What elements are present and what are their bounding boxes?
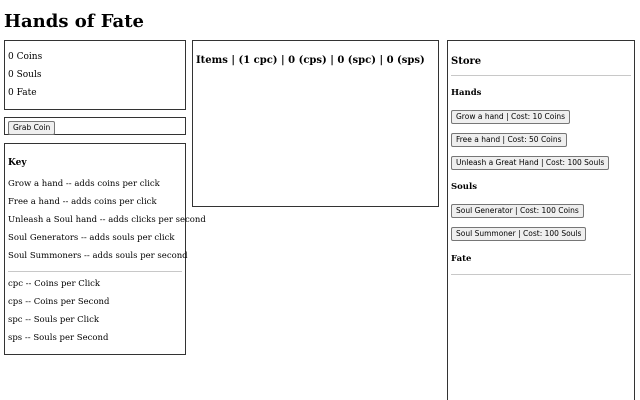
app-title: Hands of Fate (4, 11, 144, 32)
items-panel: Items | (1 cpc) | 0 (cps) | 0 (spc) | 0 … (192, 40, 439, 207)
store-title: Store (451, 56, 482, 67)
key-abbreviation: cps -- Coins per Second (8, 297, 110, 307)
stats-panel: 0 Coins 0 Souls 0 Fate (4, 40, 186, 110)
page: Hands of Fate 0 Coins 0 Souls 0 Fate Gra… (0, 0, 640, 400)
key-abbreviation: spc -- Souls per Click (8, 315, 99, 325)
souls-count: 0 Souls (8, 70, 42, 80)
soul-generator-button[interactable]: Soul Generator | Cost: 100 Coins (451, 204, 584, 218)
fate-count: 0 Fate (8, 88, 37, 98)
items-title: Items | (1 cpc) | 0 (cps) | 0 (spc) | 0 … (196, 55, 425, 66)
fate-divider (451, 274, 631, 275)
fate-section-title: Fate (451, 254, 472, 264)
store-divider (451, 75, 631, 76)
key-abbreviation: sps -- Souls per Second (8, 333, 109, 343)
key-item: Grow a hand -- adds coins per click (8, 179, 160, 189)
soul-summoner-button[interactable]: Soul Summoner | Cost: 100 Souls (451, 227, 587, 241)
hands-section-title: Hands (451, 88, 482, 98)
key-panel: Key Grow a hand -- adds coins per click … (4, 143, 206, 355)
coins-count: 0 Coins (8, 52, 43, 62)
grab-coin-panel: Grab Coin (4, 117, 186, 135)
key-item: Free a hand -- adds coins per click (8, 197, 157, 207)
key-item: Soul Generators -- adds souls per click (8, 233, 175, 243)
store-panel: Store Hands Grow a hand | Cost: 10 Coins… (447, 40, 635, 400)
grow-hand-button[interactable]: Grow a hand | Cost: 10 Coins (451, 110, 571, 124)
free-hand-button[interactable]: Free a hand | Cost: 50 Coins (451, 133, 567, 147)
key-abbreviation: cpc -- Coins per Click (8, 279, 101, 289)
unleash-great-hand-button[interactable]: Unleash a Great Hand | Cost: 100 Souls (451, 156, 610, 170)
key-item: Soul Summoners -- adds souls per second (8, 251, 188, 261)
grab-coin-button[interactable]: Grab Coin (8, 121, 56, 135)
key-divider (8, 271, 182, 272)
key-heading: Key (8, 158, 27, 168)
key-item: Unleash a Soul hand -- adds clicks per s… (8, 215, 206, 225)
souls-section-title: Souls (451, 182, 478, 192)
